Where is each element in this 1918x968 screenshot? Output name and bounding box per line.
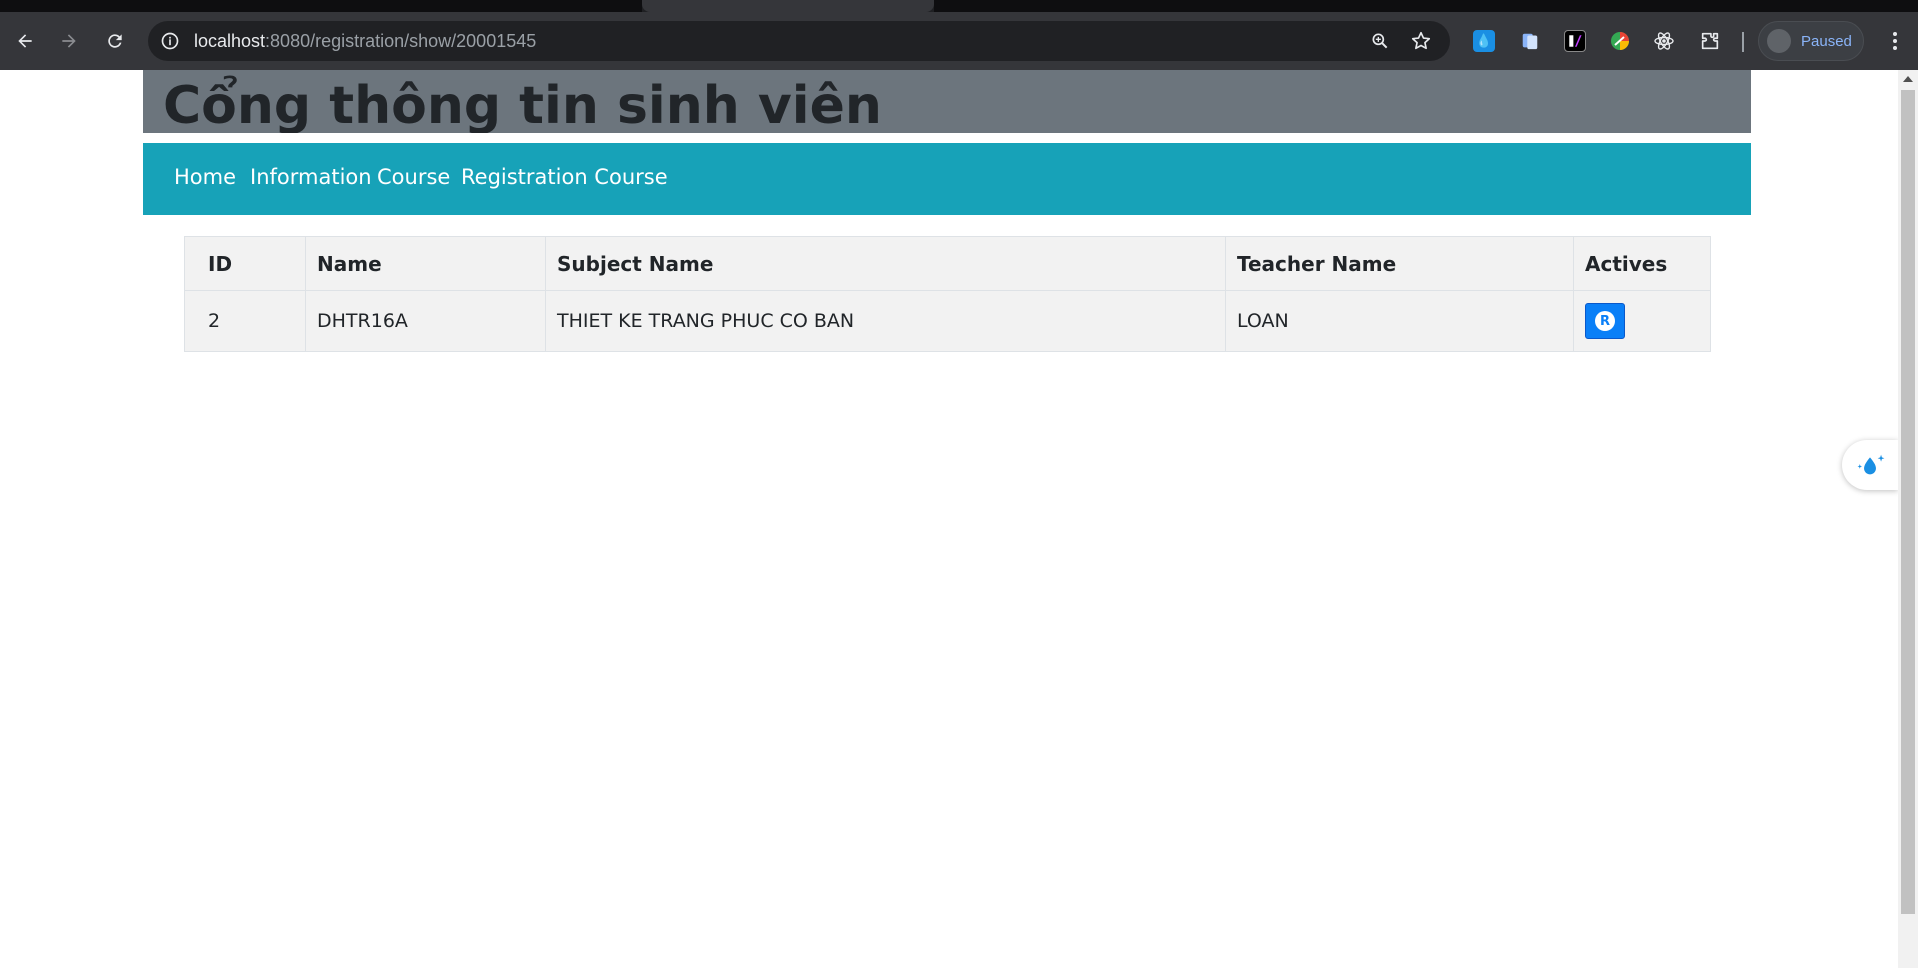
browser-toolbar: localhost:8080/registration/show/2000154… <box>0 12 1918 70</box>
forward-button[interactable] <box>52 24 86 58</box>
nav-home[interactable]: Home <box>174 165 236 189</box>
tab-inactive[interactable] <box>934 0 1918 12</box>
cell-name: DHTR16A <box>305 290 546 352</box>
extensions-button[interactable] <box>1699 30 1721 52</box>
browser-menu-button[interactable] <box>1880 26 1910 56</box>
scroll-up-arrow-icon[interactable] <box>1903 76 1913 82</box>
floating-assistant-button[interactable] <box>1842 440 1898 490</box>
scrollbar-thumb[interactable] <box>1901 90 1915 914</box>
extension-pages-icon[interactable] <box>1519 30 1541 52</box>
registration-table: ID Name Subject Name Teacher Name Active… <box>184 236 1711 352</box>
profile-button[interactable]: Paused <box>1758 21 1864 61</box>
b-logo-icon <box>1569 35 1582 47</box>
kebab-menu-icon <box>1893 32 1897 36</box>
avatar <box>1767 29 1791 53</box>
nav-registration-course[interactable]: Registration Course <box>461 165 668 189</box>
colorwheel-icon <box>1611 32 1629 50</box>
col-header-subject-name: Subject Name <box>545 236 1226 291</box>
cell-teacher-name: LOAN <box>1225 290 1574 352</box>
toolbar-separator <box>1742 32 1744 52</box>
arrow-right-icon <box>62 34 76 48</box>
register-button[interactable]: R <box>1585 303 1625 339</box>
nav-information[interactable]: Information <box>250 165 372 189</box>
bookmark-button[interactable] <box>1409 29 1433 53</box>
cell-subject-name: THIET KE TRANG PHUC CO BAN <box>545 290 1226 352</box>
col-header-name: Name <box>305 236 546 291</box>
extension-colorwheel-icon[interactable] <box>1609 30 1631 52</box>
main-navbar: Home Information Course Registration Cou… <box>143 143 1751 215</box>
nav-course[interactable]: Course <box>377 165 450 189</box>
site-info-button[interactable] <box>158 29 182 53</box>
tab-inactive[interactable] <box>0 0 642 12</box>
register-r-icon: R <box>1595 311 1615 331</box>
reload-icon <box>108 34 122 48</box>
address-bar[interactable]: localhost:8080/registration/show/2000154… <box>148 21 1450 61</box>
tab-active[interactable] <box>642 0 934 12</box>
url-host: localhost <box>194 31 266 51</box>
col-header-actives: Actives <box>1573 236 1711 291</box>
table-row: 2 DHTR16A THIET KE TRANG PHUC CO BAN LOA… <box>184 290 1711 352</box>
reload-button[interactable] <box>98 24 132 58</box>
tab-strip <box>0 0 1918 12</box>
pages-icon <box>1522 33 1538 50</box>
profile-status: Paused <box>1801 32 1852 50</box>
header-banner: Cổng thông tin sinh viên <box>143 70 1751 133</box>
col-header-teacher-name: Teacher Name <box>1225 236 1574 291</box>
extension-react-icon[interactable] <box>1653 30 1675 52</box>
url-text[interactable]: localhost:8080/registration/show/2000154… <box>194 31 536 52</box>
info-icon <box>161 32 179 50</box>
star-icon <box>1411 31 1431 50</box>
react-atom-icon <box>1654 32 1674 50</box>
page-scrollbar[interactable] <box>1898 70 1918 968</box>
page-viewport: Cổng thông tin sinh viên Home Informatio… <box>0 70 1898 968</box>
cell-actives: R <box>1573 290 1711 352</box>
page-title: Cổng thông tin sinh viên <box>163 76 882 133</box>
table-header-row: ID Name Subject Name Teacher Name Active… <box>184 236 1711 291</box>
cell-id: 2 <box>184 290 306 352</box>
zoom-icon <box>1372 33 1388 49</box>
url-path: :8080/registration/show/20001545 <box>265 31 537 51</box>
zoom-button[interactable] <box>1368 29 1392 53</box>
extension-droplet-icon[interactable]: 💧 <box>1473 30 1495 52</box>
puzzle-icon <box>1701 32 1719 50</box>
arrow-left-icon <box>18 34 32 48</box>
droplet-sparkle-icon <box>1857 454 1885 475</box>
extension-dark-icon[interactable] <box>1564 30 1586 52</box>
col-header-id: ID <box>184 236 306 291</box>
back-button[interactable] <box>8 24 42 58</box>
